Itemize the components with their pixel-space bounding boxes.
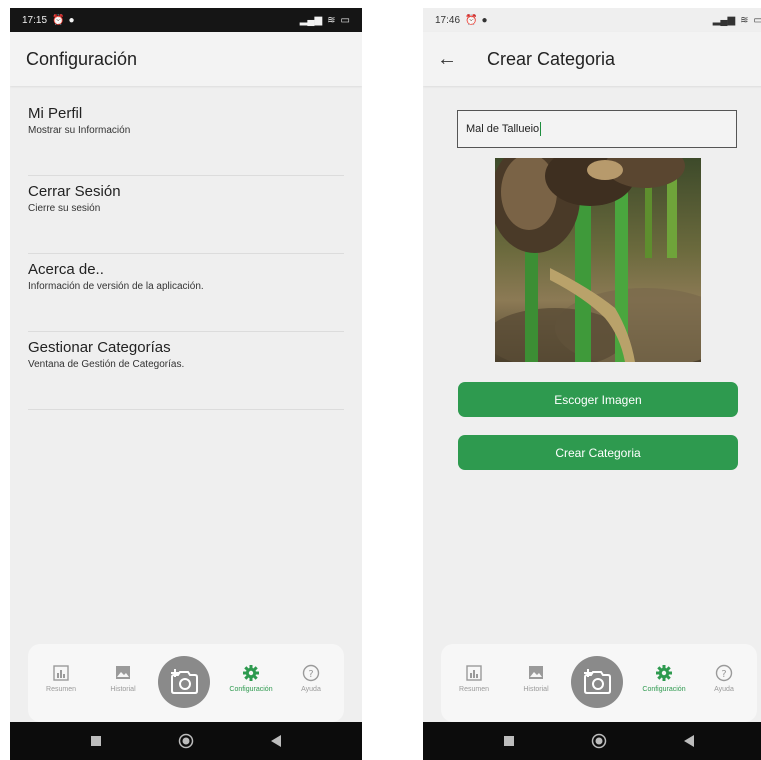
nav-item-label: Configuración (642, 686, 686, 693)
menu-item-profile[interactable]: Mi Perfil Mostrar su Información (28, 98, 344, 176)
menu-item-title: Gestionar Categorías (28, 339, 171, 356)
category-name-input[interactable]: Mal de Tallueio (457, 110, 737, 148)
nav-item-ayuda[interactable]: ? Ayuda (286, 664, 336, 693)
help-icon: ? (715, 664, 733, 682)
recents-icon[interactable] (90, 735, 102, 747)
system-navigation-bar (423, 722, 761, 760)
gear-icon (656, 665, 672, 681)
signal-icon: ▂▄▆ (299, 14, 323, 26)
help-icon: ? (302, 664, 320, 682)
alarm-icon: ⏰ (465, 14, 478, 26)
back-arrow-icon[interactable]: ← (437, 48, 467, 71)
chart-icon (53, 665, 69, 681)
menu-item-title: Mi Perfil (28, 105, 83, 122)
pick-image-label: Escoger Imagen (554, 392, 642, 407)
gallery-icon (116, 666, 130, 679)
menu-item-subtitle: Ventana de Gestión de Categorías. (28, 359, 185, 370)
home-icon[interactable] (591, 733, 607, 749)
nav-item-label: Resumen (46, 686, 76, 693)
nav-item-resumen[interactable]: Resumen (36, 664, 86, 693)
nav-item-historial[interactable]: Historial (511, 664, 561, 693)
recents-icon[interactable] (503, 735, 515, 747)
camera-plus-icon (171, 669, 198, 694)
app-bar: ← Crear Categoria (423, 32, 761, 86)
wifi-icon: ≋ (327, 14, 336, 26)
menu-item-subtitle: Información de versión de la aplicación. (28, 281, 204, 292)
nav-item-label: Historial (110, 686, 136, 693)
category-name-value: Mal de Tallueio (466, 123, 540, 135)
camera-button[interactable] (571, 656, 623, 708)
battery-icon: ▭ (753, 14, 761, 26)
category-image (495, 158, 701, 362)
status-time: 17:15 (22, 14, 48, 26)
create-category-button[interactable]: Crear Categoria (458, 435, 738, 470)
nav-item-resumen[interactable]: Resumen (449, 664, 499, 693)
create-category-label: Crear Categoria (555, 445, 641, 460)
nav-item-label: Ayuda (714, 686, 734, 693)
create-category-screen: 17:46 ⏰ ● ▂▄▆ ≋ ▭ ← Crear Categoria Mal … (423, 8, 761, 760)
status-bar: 17:15 ⏰ ● ▂▄▆ ≋ ▭ (10, 8, 362, 32)
nav-item-configuracion[interactable]: Configuración (226, 664, 276, 693)
gear-icon (243, 665, 259, 681)
page-title: Configuración (26, 48, 138, 69)
menu-item-title: Cerrar Sesión (28, 183, 121, 200)
menu-item-title: Acerca de.. (28, 261, 104, 278)
text-caret (540, 122, 542, 136)
home-icon[interactable] (178, 733, 194, 749)
menu-item-subtitle: Cierre su sesión (28, 203, 101, 214)
nav-item-ayuda[interactable]: ? Ayuda (699, 664, 749, 693)
menu-item-about[interactable]: Acerca de.. Información de versión de la… (28, 254, 344, 332)
svg-text:?: ? (721, 669, 726, 680)
nav-item-configuracion[interactable]: Configuración (639, 664, 689, 693)
back-icon[interactable] (270, 734, 282, 748)
nav-item-label: Resumen (459, 686, 489, 693)
system-navigation-bar (10, 722, 362, 760)
nav-item-label: Historial (523, 686, 549, 693)
wifi-icon: ≋ (740, 14, 749, 26)
app-notification-icon: ● (481, 14, 488, 26)
nav-item-historial[interactable]: Historial (98, 664, 148, 693)
status-time: 17:46 (435, 14, 461, 26)
settings-menu: Mi Perfil Mostrar su Información Cerrar … (28, 98, 344, 410)
svg-text:?: ? (308, 669, 313, 680)
back-icon[interactable] (683, 734, 695, 748)
app-bar: Configuración (10, 32, 362, 86)
camera-plus-icon (584, 669, 611, 694)
menu-item-manage-categories[interactable]: Gestionar Categorías Ventana de Gestión … (28, 332, 344, 410)
menu-item-logout[interactable]: Cerrar Sesión Cierre su sesión (28, 176, 344, 254)
settings-screen: 17:15 ⏰ ● ▂▄▆ ≋ ▭ Configuración Mi Perfi… (10, 8, 362, 760)
alarm-icon: ⏰ (52, 14, 65, 26)
battery-icon: ▭ (340, 14, 350, 26)
page-title: Crear Categoria (487, 48, 616, 69)
bottom-navigation: Resumen Historial Configuración ? Ayuda (441, 644, 757, 722)
bottom-navigation: Resumen Historial Configuración ? Ayuda (28, 644, 344, 722)
gallery-icon (529, 666, 543, 679)
nav-item-label: Configuración (229, 686, 273, 693)
signal-icon: ▂▄▆ (712, 14, 736, 26)
chart-icon (466, 665, 482, 681)
nav-item-label: Ayuda (301, 686, 321, 693)
pick-image-button[interactable]: Escoger Imagen (458, 382, 738, 417)
menu-item-subtitle: Mostrar su Información (28, 125, 131, 136)
camera-button[interactable] (158, 656, 210, 708)
status-bar: 17:46 ⏰ ● ▂▄▆ ≋ ▭ (423, 8, 761, 32)
app-notification-icon: ● (68, 14, 75, 26)
